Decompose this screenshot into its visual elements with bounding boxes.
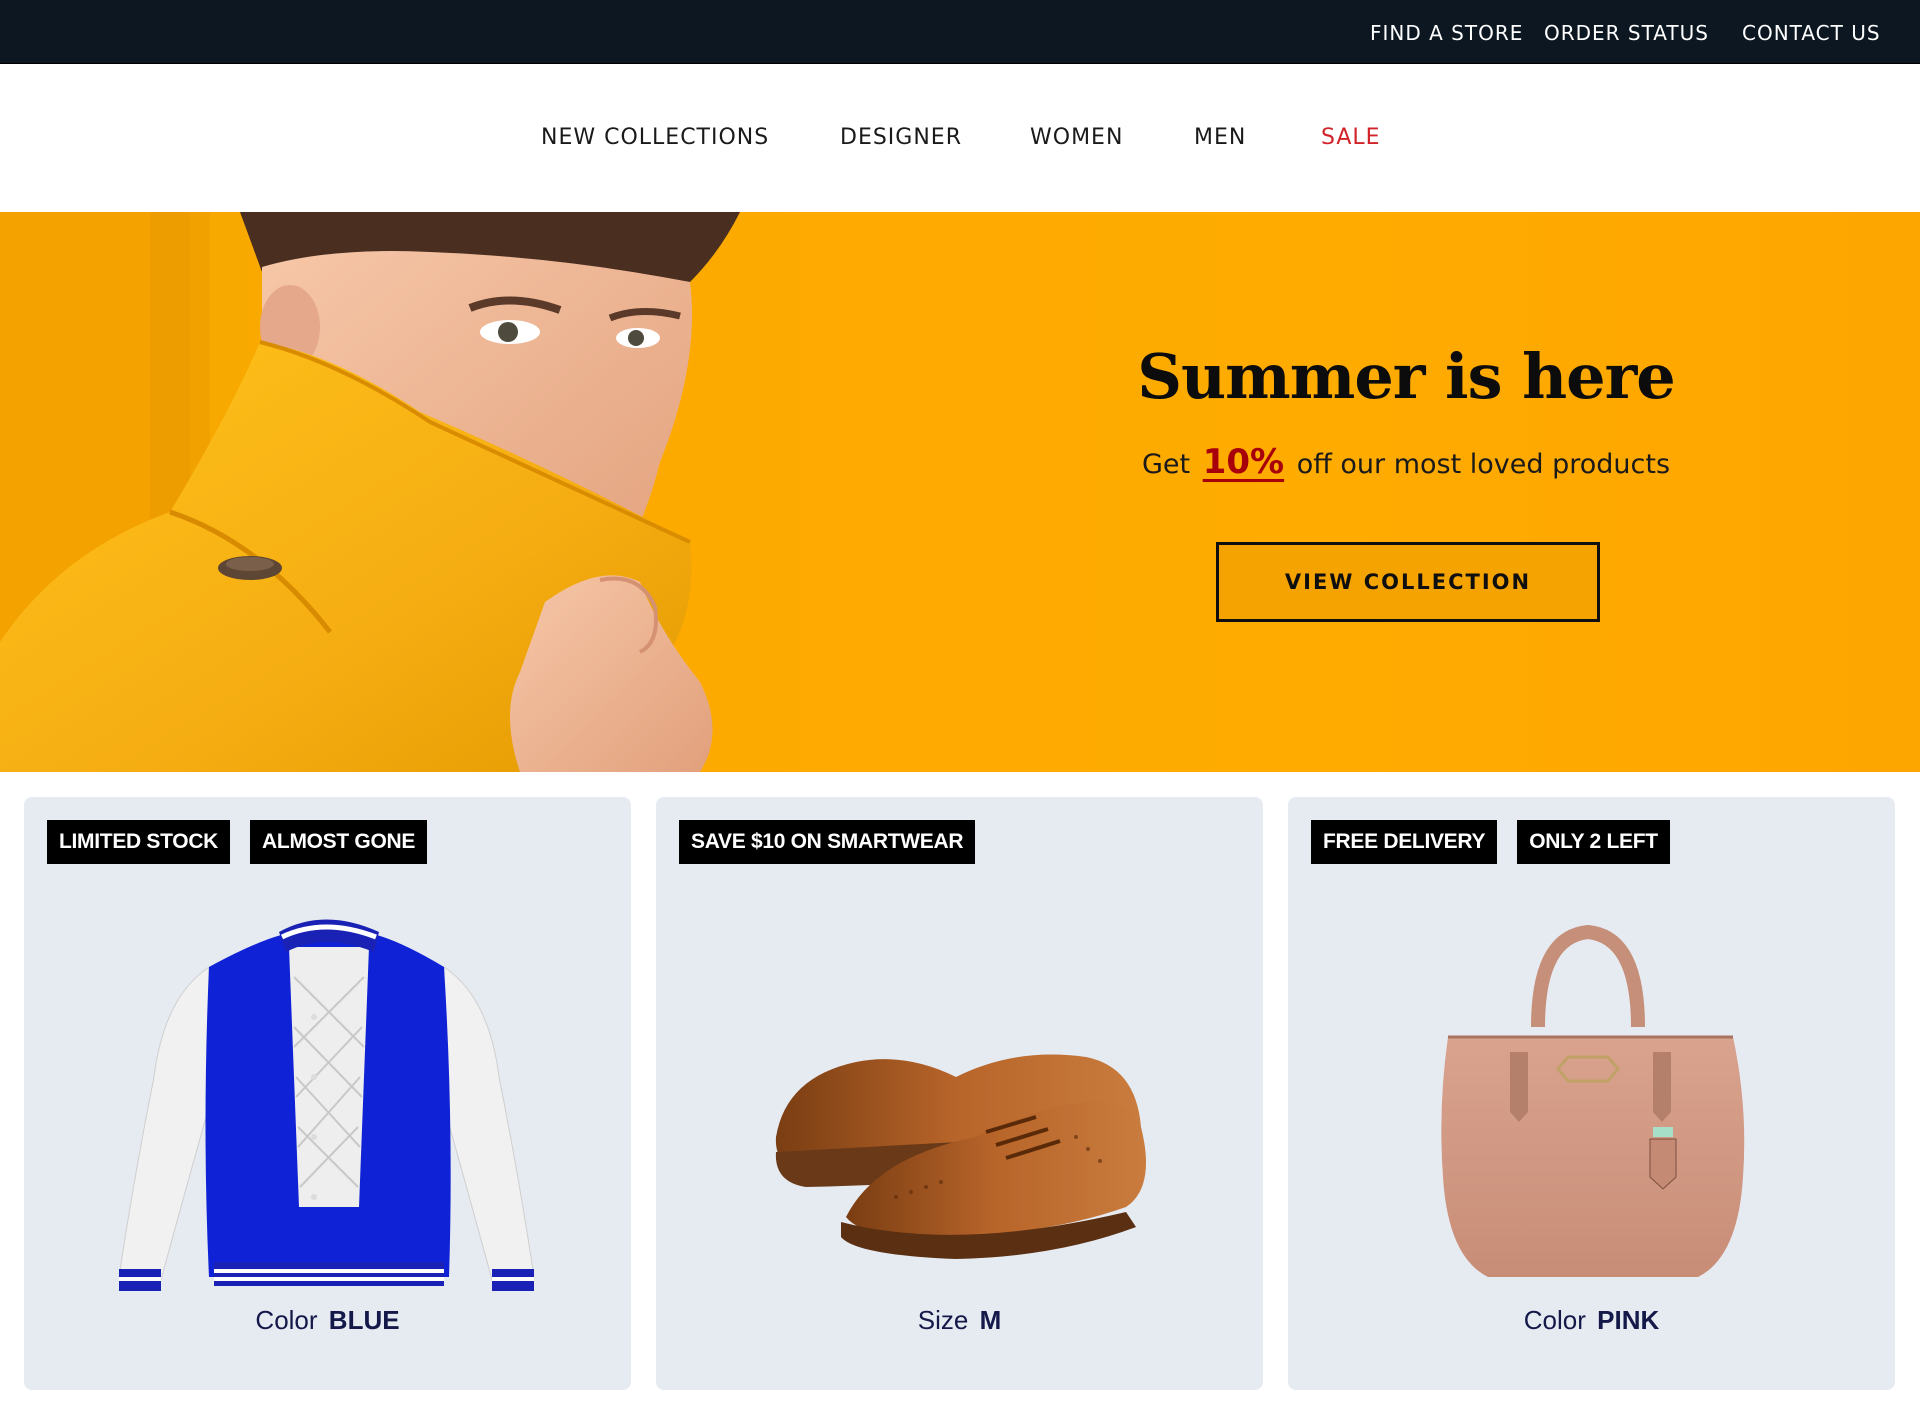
product-attribute: Color BLUE [24,1305,631,1336]
nav-new-collections[interactable]: NEW COLLECTIONS [541,64,769,212]
nav-women[interactable]: WOMEN [1030,64,1123,212]
hero-subtitle: Get 10% off our most loved products [1106,442,1706,482]
hero-discount-highlight: 10% [1202,442,1285,482]
attribute-label: Size [917,1305,969,1335]
utility-bar: FIND A STORE ORDER STATUS CONTACT US [0,0,1920,64]
attribute-value: M [979,1305,1002,1335]
attribute-value: PINK [1597,1305,1660,1335]
product-card-jacket[interactable]: LIMITED STOCK ALMOST GONE Color BLUE [24,797,631,1390]
hero-banner: Summer is here Get 10% off our most love… [0,212,1920,772]
badge-group: FREE DELIVERY ONLY 2 LEFT [1311,820,1670,864]
badge-almost-gone: ALMOST GONE [250,820,428,864]
varsity-jacket-image [118,919,535,1291]
product-card-handbag[interactable]: FREE DELIVERY ONLY 2 LEFT Color PINK [1288,797,1895,1390]
badge-group: SAVE $10 ON SMARTWEAR [679,820,976,864]
badge-save-10: SAVE $10 ON SMARTWEAR [679,820,976,864]
badge-free-delivery: FREE DELIVERY [1311,820,1498,864]
hero-title: Summer is here [1137,340,1675,413]
hero-subtitle-suffix: off our most loved products [1296,449,1671,480]
nav-designer[interactable]: DESIGNER [840,64,962,212]
handbag-image [1441,924,1745,1277]
nav-men[interactable]: MEN [1194,64,1246,212]
product-card-shoes[interactable]: SAVE $10 ON SMARTWEAR Size M [656,797,1263,1390]
badge-group: LIMITED STOCK ALMOST GONE [47,820,428,864]
find-a-store-link[interactable]: FIND A STORE [1370,0,1523,64]
badge-only-2-left: ONLY 2 LEFT [1517,820,1670,864]
badge-limited-stock: LIMITED STOCK [47,820,231,864]
attribute-value: BLUE [328,1305,400,1335]
hero-model-image [0,212,740,772]
brogue-shoes-image [775,1054,1146,1259]
nav-sale[interactable]: SALE [1321,64,1381,212]
hero-subtitle-prefix: Get [1141,449,1191,480]
view-collection-button[interactable]: VIEW COLLECTION [1216,542,1600,622]
contact-us-link[interactable]: CONTACT US [1742,0,1881,64]
order-status-link[interactable]: ORDER STATUS [1544,0,1709,64]
product-attribute: Size M [656,1305,1263,1336]
product-attribute: Color PINK [1288,1305,1895,1336]
main-nav: NEW COLLECTIONS DESIGNER WOMEN MEN SALE [0,64,1920,212]
attribute-label: Color [255,1305,318,1335]
attribute-label: Color [1523,1305,1586,1335]
